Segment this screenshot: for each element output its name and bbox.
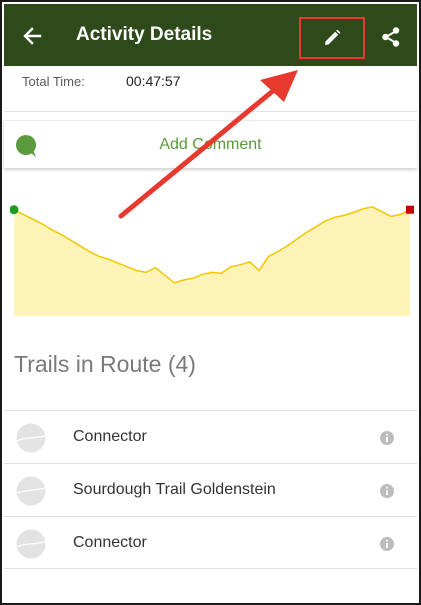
arrow-left-icon [23,27,42,45]
add-comment-label: Add Comment [159,136,262,153]
route-end-marker [406,205,414,214]
add-comment-button[interactable]: Add Comment [4,120,417,168]
trails-section-title: Trails in Route (4) [14,351,196,377]
share-button[interactable] [376,22,406,52]
total-time-label: Total Time: [22,74,85,89]
trail-name: Connector [73,534,147,551]
trail-name: Connector [73,428,147,445]
total-time-value: 00:47:57 [126,73,181,89]
edit-button[interactable] [299,17,365,59]
total-time-row: Total Time: 00:47:57 [4,66,417,112]
info-icon[interactable] [380,431,394,445]
app-bar: Activity Details [4,4,417,66]
page-title: Activity Details [76,24,213,45]
trail-list: Connector Sourdough Trail Goldenstein Co… [4,410,417,569]
trail-map-icon [16,423,46,453]
app-screen: Activity Details Total Time: 00:47:57 Ad… [0,0,421,605]
trail-row[interactable]: Connector [4,410,417,463]
share-icon [382,27,400,47]
pencil-icon [325,29,341,45]
trail-map-icon [16,476,46,506]
info-icon[interactable] [380,484,394,498]
elevation-area [14,206,410,316]
trail-row[interactable]: Connector [4,516,417,569]
elevation-profile-chart [10,205,414,316]
info-icon[interactable] [380,537,394,551]
back-button[interactable] [18,22,46,50]
trail-map-icon [16,529,46,559]
trail-name: Sourdough Trail Goldenstein [73,481,276,498]
trail-row[interactable]: Sourdough Trail Goldenstein [4,463,417,516]
